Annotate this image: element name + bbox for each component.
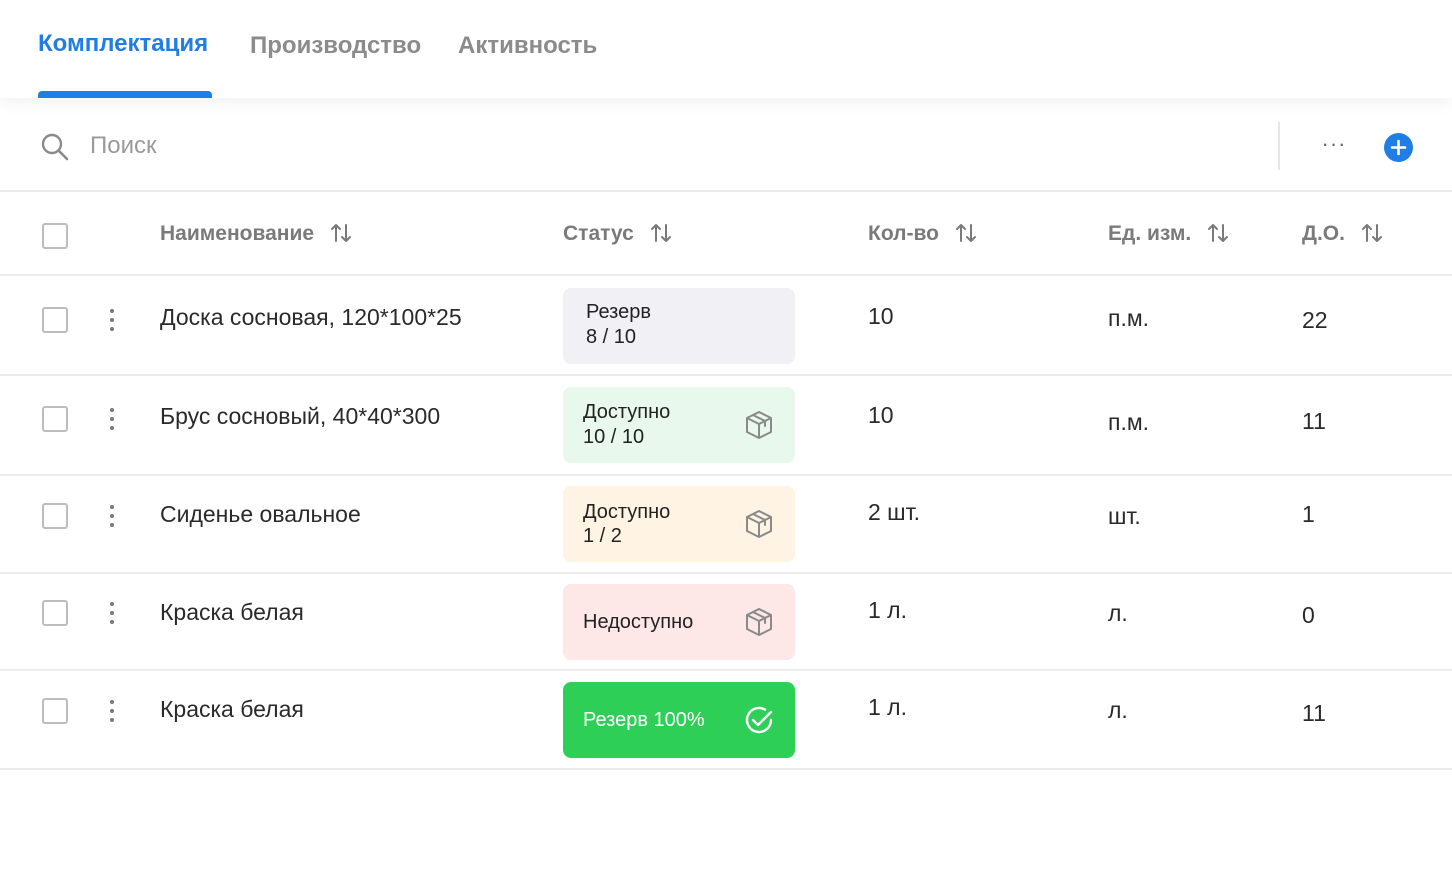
- column-header-unit[interactable]: Ед. изм.: [1108, 222, 1229, 246]
- item-do: 0: [1302, 602, 1315, 628]
- status-title: Доступно: [583, 401, 671, 423]
- check-circle-icon: [745, 706, 773, 734]
- column-header-do[interactable]: Д.О.: [1302, 222, 1383, 246]
- status-badge[interactable]: Резерв 8 / 10: [563, 288, 795, 364]
- item-quantity: 1 л.: [868, 597, 907, 623]
- status-title: Доступно: [583, 501, 671, 523]
- status-badge[interactable]: Недоступно: [563, 584, 795, 660]
- item-quantity: 10: [868, 303, 894, 329]
- item-quantity: 1 л.: [868, 694, 907, 720]
- tab-aktivnost[interactable]: Активность: [458, 32, 597, 60]
- item-name: Краска белая: [160, 599, 304, 625]
- column-header-label: Д.О.: [1302, 222, 1345, 245]
- column-header-label: Кол-во: [868, 222, 939, 245]
- column-header-quantity[interactable]: Кол-во: [868, 222, 977, 246]
- item-do: 1: [1302, 501, 1315, 527]
- column-header-label: Наименование: [160, 222, 315, 245]
- item-quantity: 10: [868, 402, 894, 428]
- column-header-name[interactable]: Наименование: [160, 222, 352, 246]
- item-quantity: 2 шт.: [868, 499, 921, 525]
- item-unit: л.: [1108, 697, 1128, 723]
- status-count: 8 / 10: [586, 326, 637, 348]
- row-checkbox[interactable]: [42, 307, 68, 333]
- item-name: Краска белая: [160, 696, 304, 722]
- status-title: Резерв 100%: [583, 709, 705, 731]
- item-name: Доска сосновая, 120*100*25: [160, 304, 462, 330]
- row-checkbox[interactable]: [42, 406, 68, 432]
- toolbar-divider: [1278, 122, 1280, 170]
- row-menu-icon[interactable]: [102, 404, 122, 434]
- row-menu-icon[interactable]: [102, 598, 122, 628]
- sort-icon: [330, 223, 351, 242]
- package-icon: [746, 411, 772, 439]
- sort-icon: [650, 223, 671, 242]
- item-unit: л.: [1108, 600, 1128, 626]
- sort-icon: [1208, 223, 1229, 242]
- status-badge[interactable]: Доступно 10 / 10: [563, 387, 795, 463]
- item-unit: шт.: [1108, 503, 1141, 529]
- tab-bar: Комплектация Производство Активность: [0, 0, 1452, 98]
- status-count: 10 / 10: [583, 426, 645, 448]
- add-button[interactable]: [1384, 133, 1413, 162]
- column-header-status[interactable]: Статус: [563, 222, 672, 246]
- row-checkbox[interactable]: [42, 600, 68, 626]
- more-options-button[interactable]: ···: [1316, 132, 1352, 162]
- item-name: Брус сосновый, 40*40*300: [160, 403, 441, 429]
- sort-icon: [955, 223, 976, 242]
- status-badge[interactable]: Доступно 1 / 2: [563, 486, 795, 562]
- status-title: Недоступно: [583, 611, 694, 633]
- status-title: Резерв: [586, 301, 651, 323]
- row-checkbox[interactable]: [42, 503, 68, 529]
- row-menu-icon[interactable]: [102, 501, 122, 531]
- item-do: 11: [1302, 700, 1326, 726]
- item-unit: п.м.: [1108, 305, 1150, 331]
- column-header-label: Статус: [563, 222, 634, 245]
- tab-proizvodstvo[interactable]: Производство: [250, 32, 421, 60]
- column-header-label: Ед. изм.: [1108, 222, 1192, 245]
- status-count: 1 / 2: [583, 525, 622, 547]
- row-menu-icon[interactable]: [102, 696, 122, 726]
- item-unit: п.м.: [1108, 409, 1150, 435]
- item-do: 22: [1302, 307, 1328, 333]
- item-name: Сиденье овальное: [160, 501, 361, 527]
- tab-komplektatsiya[interactable]: Комплектация: [38, 30, 208, 58]
- active-tab-indicator: [38, 91, 212, 98]
- search-input[interactable]: [90, 126, 690, 166]
- item-do: 11: [1302, 408, 1326, 434]
- row-menu-icon[interactable]: [102, 305, 122, 335]
- sort-icon: [1361, 223, 1382, 242]
- row-checkbox[interactable]: [42, 698, 68, 724]
- plus-icon: [1390, 139, 1407, 156]
- package-icon: [746, 510, 772, 538]
- package-icon: [746, 608, 772, 636]
- select-all-checkbox[interactable]: [42, 223, 68, 249]
- search-icon: [41, 133, 69, 161]
- status-badge[interactable]: Резерв 100%: [563, 682, 795, 758]
